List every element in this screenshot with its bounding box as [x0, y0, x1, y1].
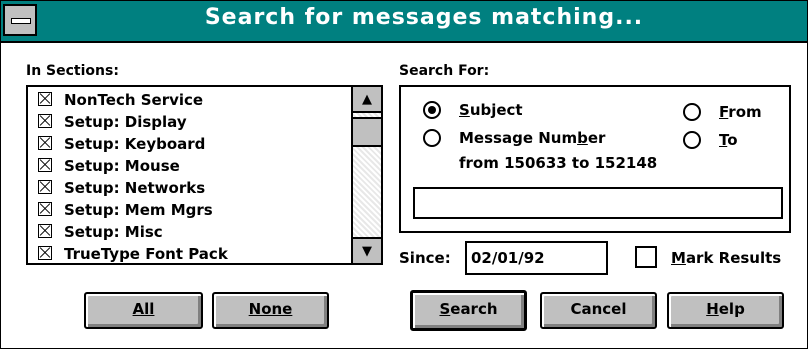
scroll-thumb[interactable] [353, 117, 381, 147]
section-item[interactable]: TrueType Font Pack [38, 243, 358, 265]
section-item[interactable]: Setup: Keyboard [38, 133, 358, 155]
to-radio-label[interactable]: To [719, 131, 738, 149]
checked-checkbox-icon[interactable] [38, 158, 52, 172]
message-number-radio-label[interactable]: Message Number [459, 129, 605, 147]
sections-scrollbar[interactable]: ▲ ▼ [351, 87, 381, 263]
search-query-input[interactable] [413, 187, 783, 219]
section-label: NonTech Service [64, 91, 204, 109]
since-date-input[interactable]: 02/01/92 [465, 241, 608, 275]
scroll-down-arrow-icon[interactable]: ▼ [353, 237, 381, 263]
from-radio-label[interactable]: From [719, 103, 762, 121]
subject-radio-label[interactable]: Subject [459, 101, 523, 119]
checked-checkbox-icon[interactable] [38, 246, 52, 260]
checked-checkbox-icon[interactable] [38, 136, 52, 150]
system-menu-button[interactable] [3, 4, 37, 36]
all-button[interactable]: All [84, 292, 203, 329]
search-dialog: Search for messages matching... In Secti… [0, 0, 808, 349]
sections-label: In Sections: [26, 63, 119, 79]
subject-radio[interactable] [423, 101, 441, 119]
help-button[interactable]: Help [667, 292, 784, 329]
checked-checkbox-icon[interactable] [38, 224, 52, 238]
checked-checkbox-icon[interactable] [38, 92, 52, 106]
from-radio[interactable] [683, 103, 701, 121]
section-label: Setup: Misc [64, 223, 163, 241]
since-label: Since: [399, 249, 451, 267]
section-item[interactable]: Setup: Networks [38, 177, 358, 199]
to-radio[interactable] [683, 131, 701, 149]
mark-results-checkbox[interactable] [635, 246, 657, 268]
search-for-group: Subject Message Number from 150633 to 15… [399, 85, 791, 233]
system-menu-icon [11, 18, 31, 24]
scroll-up-arrow-icon[interactable]: ▲ [353, 87, 381, 113]
sections-items: NonTech Service Setup: Display Setup: Ke… [38, 89, 358, 265]
message-range-text: from 150633 to 152148 [459, 154, 658, 172]
section-item[interactable]: Setup: Display [38, 111, 358, 133]
search-for-label: Search For: [399, 63, 490, 79]
none-button[interactable]: None [212, 292, 329, 329]
section-item[interactable]: Setup: Mouse [38, 155, 358, 177]
checked-checkbox-icon[interactable] [38, 202, 52, 216]
section-label: Setup: Display [64, 113, 187, 131]
section-item[interactable]: Setup: Misc [38, 221, 358, 243]
message-number-radio[interactable] [423, 129, 441, 147]
section-label: Setup: Networks [64, 179, 206, 197]
mark-results-label[interactable]: Mark Results [671, 249, 781, 267]
section-label: Setup: Mouse [64, 157, 180, 175]
title-bar: Search for messages matching... [1, 1, 807, 43]
checked-checkbox-icon[interactable] [38, 180, 52, 194]
window-title: Search for messages matching... [204, 5, 644, 30]
checked-checkbox-icon[interactable] [38, 114, 52, 128]
cancel-button[interactable]: Cancel [540, 292, 657, 329]
section-item[interactable]: NonTech Service [38, 89, 358, 111]
section-label: Setup: Keyboard [64, 135, 206, 153]
section-label: TrueType Font Pack [64, 245, 228, 263]
search-button[interactable]: Search [410, 290, 527, 331]
sections-listbox[interactable]: NonTech Service Setup: Display Setup: Ke… [26, 85, 383, 265]
section-item[interactable]: Setup: Mem Mgrs [38, 199, 358, 221]
section-label: Setup: Mem Mgrs [64, 201, 213, 219]
